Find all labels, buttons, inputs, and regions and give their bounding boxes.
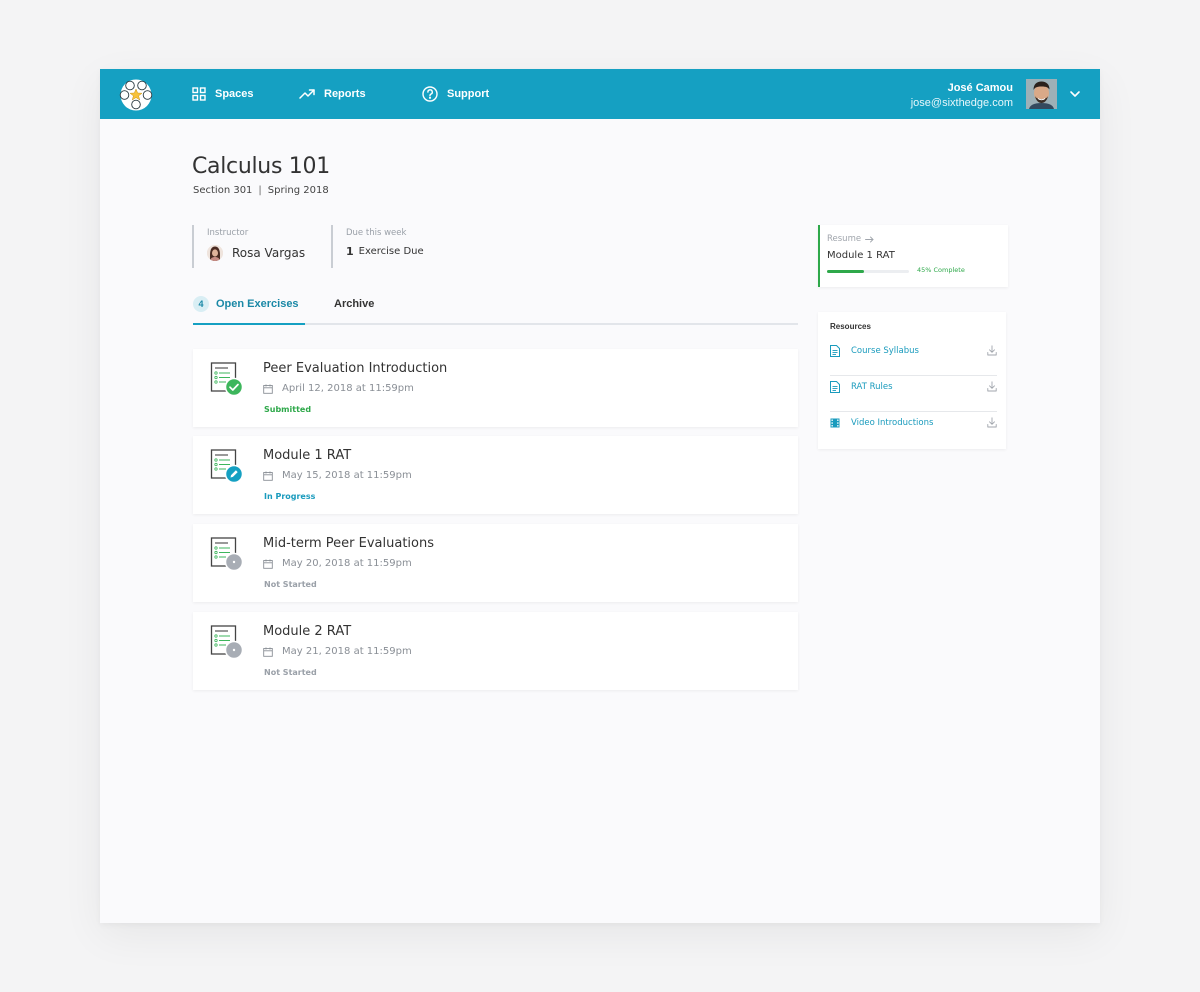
user-email: jose@sixthedge.com (910, 97, 1013, 109)
exercise-card[interactable]: Mid-term Peer Evaluations May 20, 2018 a… (193, 524, 798, 602)
exercise-date: May 21, 2018 at 11:59pm (263, 646, 412, 657)
resource-item-rat-rules[interactable]: RAT Rules (830, 375, 997, 412)
exercise-date: April 12, 2018 at 11:59pm (263, 383, 414, 394)
document-icon (830, 345, 840, 357)
trend-up-icon (299, 89, 315, 99)
exercise-date: May 20, 2018 at 11:59pm (263, 558, 412, 569)
due-label: Due this week (346, 228, 407, 238)
nav-support[interactable]: Support (422, 69, 489, 119)
calendar-icon (263, 647, 273, 657)
course-term: Spring 2018 (267, 185, 329, 196)
resource-label: Video Introductions (851, 418, 934, 428)
resume-title: Module 1 RAT (827, 250, 895, 261)
nav-reports-label: Reports (324, 88, 366, 100)
exercise-card[interactable]: Peer Evaluation Introduction April 12, 2… (193, 349, 798, 427)
nav-support-label: Support (447, 88, 490, 100)
user-name: José Camou (947, 82, 1013, 94)
resource-item-video-introductions[interactable]: Video Introductions (830, 411, 997, 447)
exercise-status: Submitted (264, 405, 312, 414)
subtitle-separator: | (258, 185, 262, 196)
exercise-title: Module 1 RAT (263, 448, 352, 463)
exercise-date-text: April 12, 2018 at 11:59pm (282, 383, 414, 394)
exercise-card[interactable]: Module 1 RAT May 15, 2018 at 11:59pm In … (193, 436, 798, 514)
course-subtitle: Section 301 | Spring 2018 (193, 185, 329, 196)
due-this-week-block: Due this week 1 Exercise Due (331, 225, 473, 268)
resume-label: Resume (827, 234, 874, 244)
instructor-label: Instructor (207, 228, 249, 238)
help-circle-icon (422, 86, 438, 102)
exercise-date-text: May 21, 2018 at 11:59pm (282, 646, 412, 657)
nav-spaces[interactable]: Spaces (192, 69, 254, 119)
resume-progress-fill (827, 270, 864, 273)
film-icon (830, 418, 840, 428)
app-logo[interactable] (119, 78, 153, 112)
exercise-status: In Progress (264, 492, 316, 501)
top-navigation-bar: Spaces Reports Support José Camou jose@s… (100, 69, 1100, 119)
user-avatar[interactable] (1026, 79, 1057, 109)
exercise-card[interactable]: Module 2 RAT May 21, 2018 at 11:59pm Not… (193, 612, 798, 690)
arrow-right-icon (865, 236, 874, 242)
resources-panel: Resources Course Syllabus RAT Rules Vide… (818, 312, 1006, 449)
due-value: 1 Exercise Due (346, 245, 424, 258)
resource-item-course-syllabus[interactable]: Course Syllabus (830, 339, 997, 376)
resume-card[interactable]: Resume Module 1 RAT 45% Complete (818, 225, 1008, 287)
instructor-name: Rosa Vargas (232, 246, 306, 260)
download-icon[interactable] (987, 345, 997, 356)
open-exercises-count-badge: 4 (193, 296, 209, 312)
tab-open-exercises-label: Open Exercises (216, 298, 299, 310)
tab-open-exercises[interactable]: 4 Open Exercises (193, 296, 305, 325)
nav-reports[interactable]: Reports (299, 69, 366, 119)
tab-archive-label: Archive (334, 298, 375, 310)
page-title: Calculus 101 (192, 154, 330, 179)
due-count: 1 (346, 245, 354, 258)
dot-badge-icon (224, 552, 244, 572)
grid-icon (192, 87, 206, 101)
calendar-icon (263, 559, 273, 569)
calendar-icon (263, 384, 273, 394)
document-icon (830, 381, 840, 393)
resume-progress-text: 45% Complete (917, 266, 965, 274)
exercise-status: Not Started (264, 668, 317, 677)
exercise-date: May 15, 2018 at 11:59pm (263, 470, 412, 481)
exercise-status: Not Started (264, 580, 317, 589)
resume-progress-bar (827, 270, 909, 273)
app-window: Spaces Reports Support José Camou jose@s… (100, 69, 1100, 923)
exercise-title: Peer Evaluation Introduction (263, 361, 448, 376)
tab-archive[interactable]: Archive (334, 298, 374, 310)
course-section: Section 301 (193, 185, 253, 196)
exercise-date-text: May 15, 2018 at 11:59pm (282, 470, 412, 481)
instructor-value[interactable]: Rosa Vargas (207, 245, 305, 261)
due-text: Exercise Due (358, 246, 424, 257)
calendar-icon (263, 471, 273, 481)
exercise-title: Mid-term Peer Evaluations (263, 536, 434, 551)
resource-label: RAT Rules (851, 382, 893, 392)
nav-spaces-label: Spaces (215, 88, 254, 100)
exercise-tabs: 4 Open Exercises Archive (193, 295, 798, 325)
exercise-date-text: May 20, 2018 at 11:59pm (282, 558, 412, 569)
instructor-block: Instructor Rosa Vargas (192, 225, 332, 268)
dot-badge-icon (224, 640, 244, 660)
pencil-badge-icon (224, 464, 244, 484)
resume-label-text: Resume (827, 234, 862, 244)
download-icon[interactable] (987, 381, 997, 392)
instructor-avatar (207, 245, 223, 261)
download-icon[interactable] (987, 417, 997, 428)
exercise-title: Module 2 RAT (263, 624, 352, 639)
chevron-down-icon[interactable] (1068, 88, 1082, 100)
check-badge-icon (224, 377, 244, 397)
resources-title: Resources (830, 322, 871, 331)
resource-label: Course Syllabus (851, 346, 919, 356)
